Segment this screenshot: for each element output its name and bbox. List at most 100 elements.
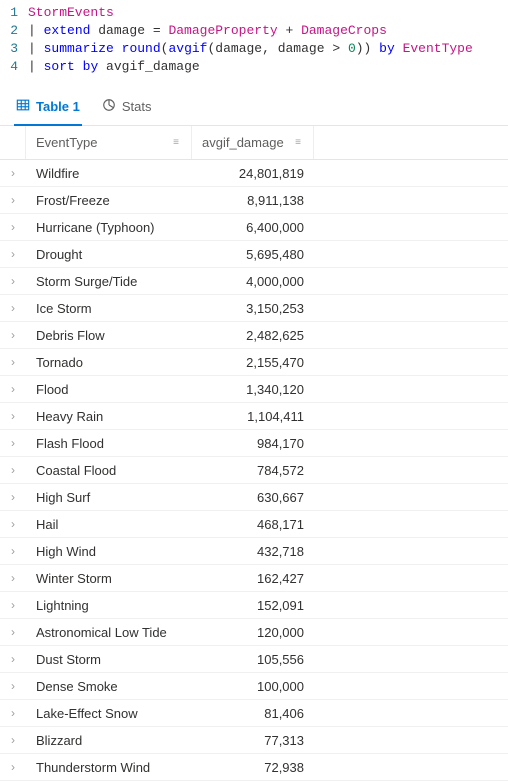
cell-eventtype: Flood [26, 382, 192, 397]
cell-avgif-damage: 152,091 [192, 598, 314, 613]
table-row[interactable]: ›Hurricane (Typhoon)6,400,000 [0, 214, 508, 241]
stats-icon [102, 98, 116, 115]
results-tabs: Table 1 Stats [0, 84, 508, 126]
expand-row-icon[interactable]: › [0, 544, 26, 558]
cell-eventtype: High Surf [26, 490, 192, 505]
expand-row-icon[interactable]: › [0, 409, 26, 423]
table-row[interactable]: ›Coastal Flood784,572 [0, 457, 508, 484]
line-number: 1 [0, 4, 28, 22]
cell-eventtype: Hurricane (Typhoon) [26, 220, 192, 235]
cell-eventtype: Dust Storm [26, 652, 192, 667]
cell-eventtype: Hail [26, 517, 192, 532]
table-row[interactable]: ›Tornado2,155,470 [0, 349, 508, 376]
cell-avgif-damage: 24,801,819 [192, 166, 314, 181]
table-row[interactable]: ›Hail468,171 [0, 511, 508, 538]
expand-row-icon[interactable]: › [0, 247, 26, 261]
expand-row-icon[interactable]: › [0, 490, 26, 504]
cell-avgif-damage: 984,170 [192, 436, 314, 451]
expand-row-icon[interactable]: › [0, 274, 26, 288]
tab-stats[interactable]: Stats [100, 92, 154, 125]
expand-row-icon[interactable]: › [0, 220, 26, 234]
expand-row-icon[interactable]: › [0, 436, 26, 450]
cell-eventtype: Blizzard [26, 733, 192, 748]
column-header-label: avgif_damage [202, 135, 284, 150]
table-row[interactable]: ›Flash Flood984,170 [0, 430, 508, 457]
cell-avgif-damage: 162,427 [192, 571, 314, 586]
cell-eventtype: Coastal Flood [26, 463, 192, 478]
cell-eventtype: Ice Storm [26, 301, 192, 316]
results-grid: EventType ≡ avgif_damage ≡ ›Wildfire24,8… [0, 126, 508, 781]
table-row[interactable]: ›Wildfire24,801,819 [0, 160, 508, 187]
code-content[interactable]: | sort by avgif_damage [28, 58, 200, 76]
grid-body: ›Wildfire24,801,819›Frost/Freeze8,911,13… [0, 160, 508, 781]
expand-row-icon[interactable]: › [0, 625, 26, 639]
expand-row-icon[interactable]: › [0, 382, 26, 396]
expand-row-icon[interactable]: › [0, 517, 26, 531]
line-number: 2 [0, 22, 28, 40]
table-row[interactable]: ›Dense Smoke100,000 [0, 673, 508, 700]
cell-avgif-damage: 72,938 [192, 760, 314, 775]
cell-eventtype: Lightning [26, 598, 192, 613]
tab-stats-label: Stats [122, 99, 152, 114]
cell-avgif-damage: 630,667 [192, 490, 314, 505]
cell-eventtype: Dense Smoke [26, 679, 192, 694]
cell-avgif-damage: 77,313 [192, 733, 314, 748]
table-row[interactable]: ›Flood1,340,120 [0, 376, 508, 403]
column-menu-icon[interactable]: ≡ [293, 138, 303, 148]
table-row[interactable]: ›Winter Storm162,427 [0, 565, 508, 592]
expand-row-icon[interactable]: › [0, 652, 26, 666]
code-line[interactable]: 2| extend damage = DamageProperty + Dama… [0, 22, 508, 40]
expand-row-icon[interactable]: › [0, 733, 26, 747]
table-row[interactable]: ›Ice Storm3,150,253 [0, 295, 508, 322]
expand-row-icon[interactable]: › [0, 706, 26, 720]
tab-table[interactable]: Table 1 [14, 92, 82, 125]
table-row[interactable]: ›High Wind432,718 [0, 538, 508, 565]
code-line[interactable]: 4| sort by avgif_damage [0, 58, 508, 76]
line-number: 4 [0, 58, 28, 76]
expand-row-icon[interactable]: › [0, 571, 26, 585]
cell-eventtype: Drought [26, 247, 192, 262]
table-row[interactable]: ›Blizzard77,313 [0, 727, 508, 754]
cell-eventtype: Storm Surge/Tide [26, 274, 192, 289]
cell-avgif-damage: 2,155,470 [192, 355, 314, 370]
table-row[interactable]: ›Debris Flow2,482,625 [0, 322, 508, 349]
cell-avgif-damage: 5,695,480 [192, 247, 314, 262]
code-content[interactable]: | summarize round(avgif(damage, damage >… [28, 40, 473, 58]
table-row[interactable]: ›Storm Surge/Tide4,000,000 [0, 268, 508, 295]
expand-row-icon[interactable]: › [0, 463, 26, 477]
table-row[interactable]: ›Thunderstorm Wind72,938 [0, 754, 508, 781]
expand-row-icon[interactable]: › [0, 301, 26, 315]
table-row[interactable]: ›Lake-Effect Snow81,406 [0, 700, 508, 727]
table-row[interactable]: ›Dust Storm105,556 [0, 646, 508, 673]
table-row[interactable]: ›Lightning152,091 [0, 592, 508, 619]
header-spacer [0, 126, 26, 159]
expand-row-icon[interactable]: › [0, 355, 26, 369]
code-content[interactable]: StormEvents [28, 4, 114, 22]
table-row[interactable]: ›High Surf630,667 [0, 484, 508, 511]
table-row[interactable]: ›Astronomical Low Tide120,000 [0, 619, 508, 646]
expand-row-icon[interactable]: › [0, 598, 26, 612]
code-content[interactable]: | extend damage = DamageProperty + Damag… [28, 22, 387, 40]
column-header-avgif-damage[interactable]: avgif_damage ≡ [192, 126, 314, 159]
tab-table-label: Table 1 [36, 99, 80, 114]
cell-avgif-damage: 81,406 [192, 706, 314, 721]
expand-row-icon[interactable]: › [0, 166, 26, 180]
cell-eventtype: Frost/Freeze [26, 193, 192, 208]
code-line[interactable]: 3| summarize round(avgif(damage, damage … [0, 40, 508, 58]
cell-avgif-damage: 2,482,625 [192, 328, 314, 343]
table-row[interactable]: ›Drought5,695,480 [0, 241, 508, 268]
table-row[interactable]: ›Frost/Freeze8,911,138 [0, 187, 508, 214]
column-header-eventtype[interactable]: EventType ≡ [26, 126, 192, 159]
expand-row-icon[interactable]: › [0, 193, 26, 207]
expand-row-icon[interactable]: › [0, 760, 26, 774]
expand-row-icon[interactable]: › [0, 328, 26, 342]
expand-row-icon[interactable]: › [0, 679, 26, 693]
query-editor[interactable]: 1StormEvents2| extend damage = DamagePro… [0, 0, 508, 84]
column-menu-icon[interactable]: ≡ [171, 138, 181, 148]
cell-eventtype: High Wind [26, 544, 192, 559]
table-row[interactable]: ›Heavy Rain1,104,411 [0, 403, 508, 430]
cell-avgif-damage: 3,150,253 [192, 301, 314, 316]
cell-avgif-damage: 6,400,000 [192, 220, 314, 235]
cell-avgif-damage: 432,718 [192, 544, 314, 559]
code-line[interactable]: 1StormEvents [0, 4, 508, 22]
